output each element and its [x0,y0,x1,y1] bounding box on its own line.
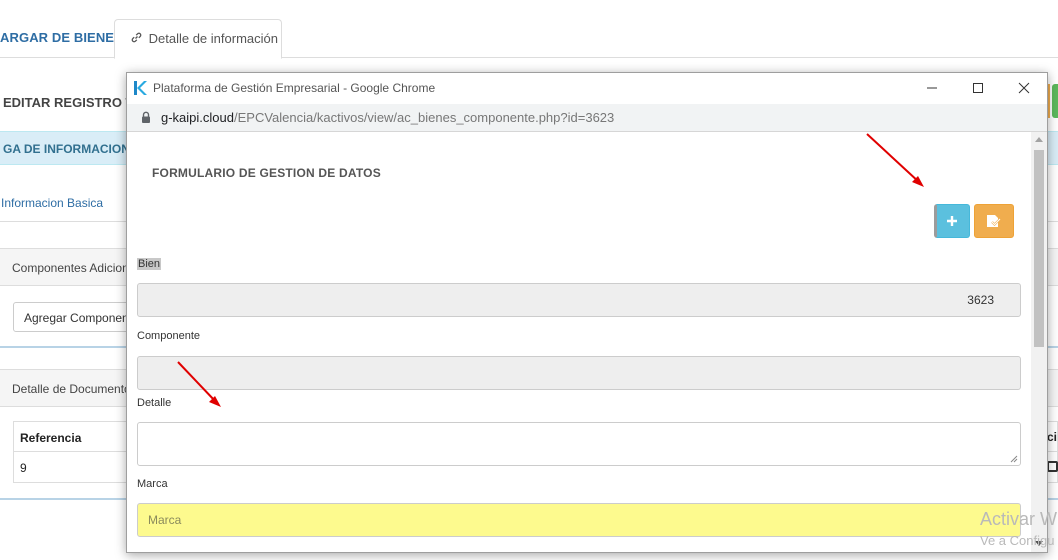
activation-watermark-sub: Ve a Configu [980,533,1055,548]
close-button[interactable] [1001,73,1047,104]
background-tab-bar: ARGAR DE BIENES Detalle de información [0,0,1058,59]
maximize-icon [973,83,983,93]
tab-detalle-label: Detalle de información [148,31,278,46]
address-bar[interactable]: g-kaipi.cloud/EPCValencia/kactivos/view/… [127,104,1047,132]
table-header-right: ci [1047,430,1058,444]
chrome-popup-window: Plataforma de Gestión Empresarial - Goog… [126,72,1048,553]
save-button[interactable] [974,204,1014,238]
componente-label: Componente [137,330,200,342]
resize-grip-icon[interactable] [1010,455,1018,463]
minimize-icon [927,87,937,89]
plus-icon [947,216,957,226]
detalle-label: Detalle [137,397,172,409]
url-host: g-kaipi.cloud [161,110,234,125]
link-icon [131,31,145,46]
form-content: FORMULARIO DE GESTION DE DATOS Bien 3623… [127,132,1031,552]
lock-icon [142,111,150,123]
tab-detalle-informacion[interactable]: Detalle de información [114,19,282,59]
tab-cargar-bienes[interactable]: ARGAR DE BIENES [0,30,123,45]
info-basica-link[interactable]: Informacion Basica [1,196,103,210]
save-flag-icon [987,215,1001,227]
scroll-up-icon[interactable] [1035,137,1043,142]
maximize-button[interactable] [955,73,1001,104]
window-titlebar[interactable]: Plataforma de Gestión Empresarial - Goog… [127,73,1047,104]
marca-input[interactable]: Marca [137,503,1021,537]
add-button[interactable] [934,204,970,238]
edit-icon[interactable] [1047,461,1058,472]
minimize-button[interactable] [909,73,955,104]
bien-field[interactable]: 3623 [137,283,1021,317]
vertical-scrollbar[interactable] [1031,132,1047,552]
marca-label: Marca [137,478,168,490]
close-icon [1018,82,1030,94]
window-title: Plataforma de Gestión Empresarial - Goog… [153,81,436,95]
scrollbar-thumb[interactable] [1034,150,1044,347]
componente-field[interactable] [137,356,1021,390]
url-path: /EPCValencia/kactivos/view/ac_bienes_com… [234,110,615,125]
page-heading: EDITAR REGISTRO TI [3,95,138,110]
activation-watermark: Activar W [980,509,1058,529]
detalle-textarea[interactable] [137,422,1021,466]
form-title: FORMULARIO DE GESTION DE DATOS [152,166,381,180]
kaipi-logo-icon [134,81,147,95]
bien-label: Bien [137,258,162,270]
url-text[interactable]: g-kaipi.cloud/EPCValencia/kactivos/view/… [161,110,614,125]
